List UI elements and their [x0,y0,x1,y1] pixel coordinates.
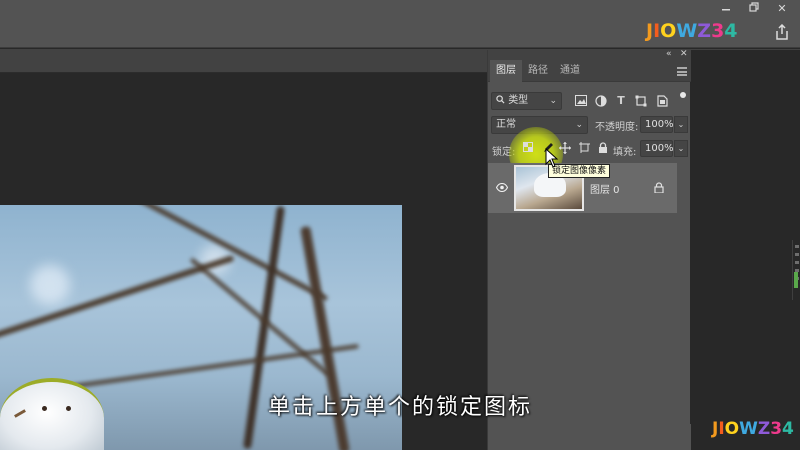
brand-logo: JIOWZ34 [646,20,738,42]
brand-watermark: JIOWZ34 [712,419,794,439]
lock-transparent-pixels-icon[interactable] [521,142,535,156]
panel-tabs: 图层 路径 通道 [488,60,691,82]
layer-name[interactable]: 图层 0 [590,181,620,196]
lock-position-icon[interactable] [558,142,572,156]
filter-type-value: 类型 [508,95,529,106]
video-subtitle: 单击上方单个的锁定图标 [267,395,532,420]
smartobject-filter-icon[interactable] [656,95,668,107]
close-window-icon[interactable]: ✕ [770,0,794,18]
share-icon[interactable] [775,23,789,40]
scroll-position-marker [794,272,798,288]
eye-icon[interactable] [495,182,509,193]
chevron-down-icon: ⌄ [575,120,583,130]
lock-all-icon[interactable] [596,142,610,156]
tab-paths[interactable]: 路径 [522,60,554,82]
fill-input[interactable]: 100% ⌄ [640,140,688,157]
fill-label: 填充: [613,147,637,158]
restore-icon[interactable] [742,0,766,18]
tab-channels[interactable]: 通道 [554,60,586,82]
minimize-icon[interactable] [714,0,738,18]
shape-filter-icon[interactable] [635,95,647,107]
fill-value: 100% [645,143,674,154]
adjustment-filter-icon[interactable] [595,95,607,107]
opacity-input[interactable]: 100% ⌄ [640,116,688,133]
close-panel-icon[interactable]: ✕ [680,49,688,59]
mouse-cursor-icon [545,147,559,168]
chevron-down-icon[interactable]: ⌄ [674,116,688,133]
filter-toggle-icon[interactable] [680,92,686,98]
lock-artboard-icon[interactable] [577,142,591,156]
chevron-down-icon: ⌄ [549,96,557,106]
blend-mode-value: 正常 [496,119,516,130]
layer-filter-dropdown[interactable]: 类型 ⌄ [491,92,562,110]
collapse-panel-icon[interactable]: « [666,49,672,59]
panel-menu-icon[interactable] [677,67,687,76]
chevron-down-icon[interactable]: ⌄ [674,140,688,157]
tab-layers[interactable]: 图层 [490,60,522,82]
image-filter-icon[interactable] [575,95,587,107]
layer-lock-icon [654,182,664,194]
text-filter-icon[interactable]: T [615,95,627,107]
panel-header: « ✕ [488,49,691,60]
options-bar: JIOWZ34 [0,18,800,48]
opacity-value: 100% [645,119,674,130]
opacity-label: 不透明度: [595,122,639,133]
title-bar: ✕ [0,0,800,18]
search-icon [496,95,508,106]
panel-footer [488,424,691,450]
side-scroll-ruler[interactable] [792,240,800,300]
